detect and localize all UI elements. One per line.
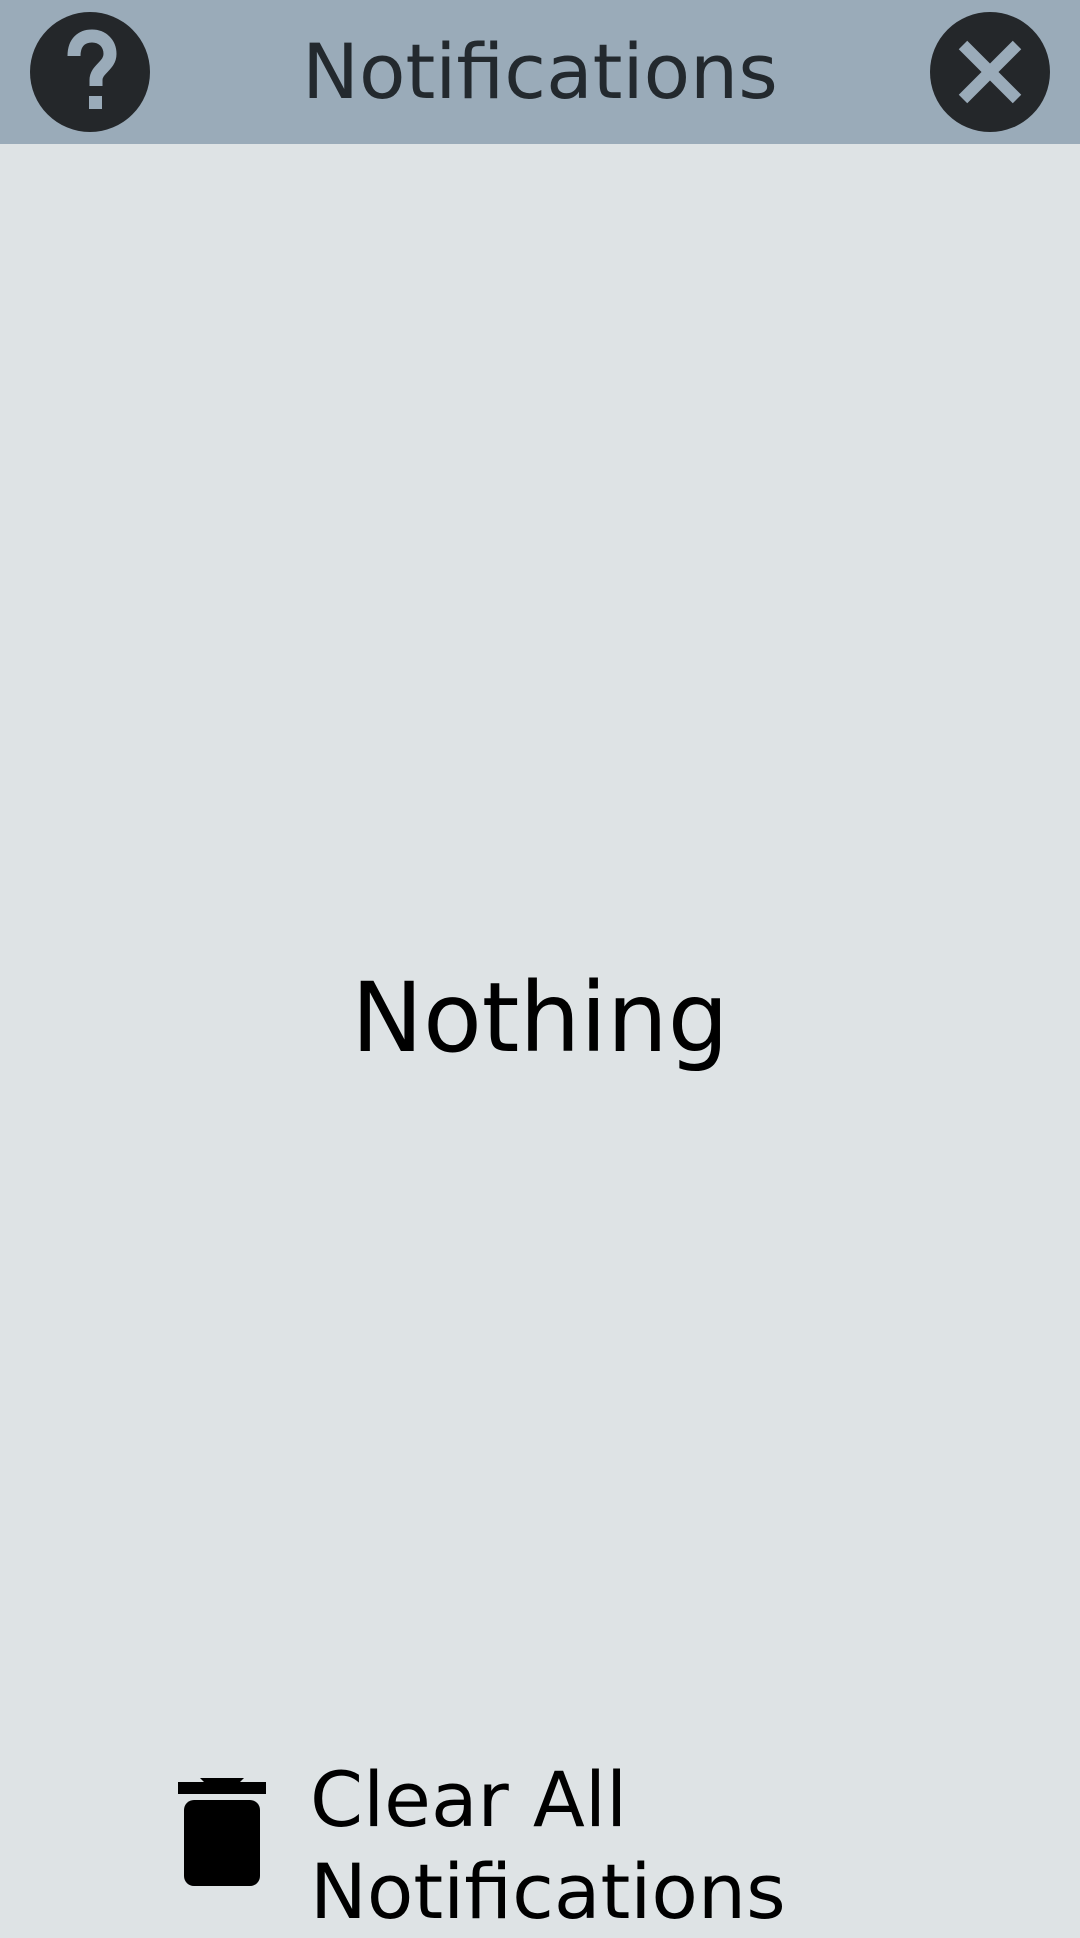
- app-header: Notifications: [0, 0, 1080, 144]
- clear-all-label: Clear All Notifications: [310, 1755, 786, 1936]
- page-title: Notifications: [302, 27, 778, 116]
- help-button[interactable]: [30, 12, 150, 132]
- close-icon: [958, 40, 1022, 104]
- question-mark-icon: [67, 29, 117, 109]
- close-button[interactable]: [930, 12, 1050, 132]
- clear-all-notifications-button[interactable]: Clear All Notifications: [0, 1740, 1080, 1936]
- trash-icon: [178, 1778, 266, 1886]
- empty-state-message: Nothing: [351, 962, 729, 1074]
